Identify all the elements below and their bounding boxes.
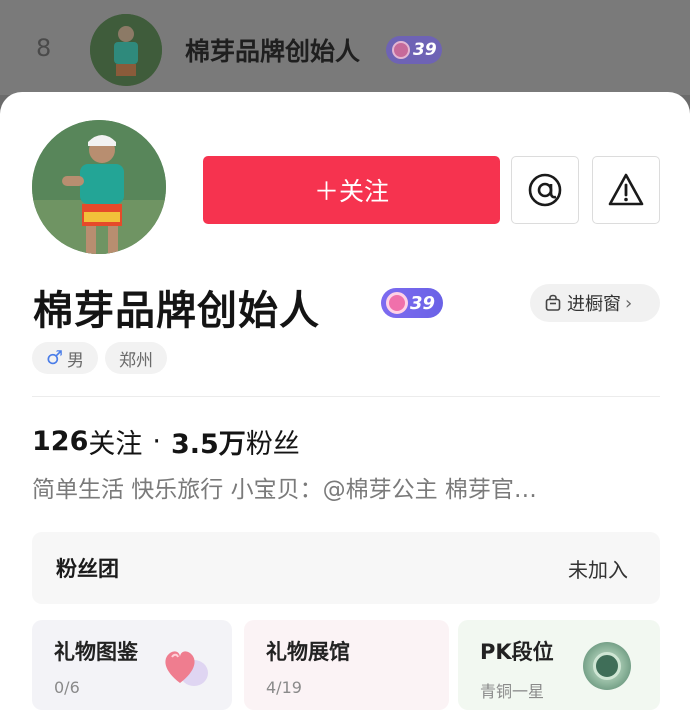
divider bbox=[32, 396, 660, 397]
background-avatar bbox=[90, 14, 162, 86]
level-number: 39 bbox=[410, 292, 436, 314]
report-button[interactable] bbox=[592, 156, 660, 224]
mention-button[interactable] bbox=[511, 156, 579, 224]
followers-label[interactable]: 粉丝 bbox=[246, 422, 300, 461]
at-icon bbox=[528, 173, 562, 207]
card-subtitle: 青铜一星 bbox=[480, 682, 545, 701]
pk-medal-icon bbox=[583, 642, 631, 690]
followers-count[interactable]: 3.5万 bbox=[171, 422, 246, 461]
male-icon: ♂ bbox=[46, 347, 64, 369]
warning-icon bbox=[608, 173, 644, 206]
gift-hall-card[interactable]: 礼物展馆 4/19 bbox=[244, 620, 449, 710]
shop-window-label: 进橱窗 bbox=[567, 294, 621, 315]
card-title: PK段位 bbox=[480, 640, 554, 664]
gender-tag: ♂ 男 bbox=[32, 342, 99, 374]
profile-sheet: ＋关注 棉芽品牌创始人 39 进橱窗 › ♂ 男 郑州 126 关注 · 3.5… bbox=[0, 92, 690, 713]
fan-club-title: 粉丝团 bbox=[56, 557, 119, 581]
follow-stats: 126 关注 · 3.5万 粉丝 bbox=[32, 422, 300, 461]
gender-label: 男 bbox=[67, 350, 85, 371]
following-label[interactable]: 关注 bbox=[88, 422, 142, 461]
following-count[interactable]: 126 bbox=[32, 426, 88, 457]
bio[interactable]: 简单生活 快乐旅行 小宝贝：@棉芽公主 棉芽官… bbox=[32, 470, 652, 504]
card-subtitle: 4/19 bbox=[266, 678, 302, 697]
background-level-badge: 39 bbox=[386, 36, 442, 64]
city-label: 郑州 bbox=[119, 350, 153, 371]
background-list-row: 8 棉芽品牌创始人 39 bbox=[0, 0, 690, 95]
card-title: 礼物展馆 bbox=[266, 640, 350, 664]
heart-balloon-icon bbox=[165, 651, 208, 686]
stats-separator: · bbox=[152, 426, 161, 457]
level-badge[interactable]: 39 bbox=[381, 288, 443, 318]
gem-icon bbox=[386, 292, 408, 314]
background-level-number: 39 bbox=[413, 40, 437, 60]
background-rank: 8 bbox=[36, 34, 52, 62]
fan-club-row[interactable]: 粉丝团 未加入 bbox=[32, 532, 660, 604]
fan-club-status: 未加入 bbox=[568, 557, 628, 582]
background-username: 棉芽品牌创始人 bbox=[185, 37, 361, 66]
chevron-right-icon: › bbox=[625, 292, 633, 314]
city-tag: 郑州 bbox=[105, 342, 167, 374]
shopping-bag-icon bbox=[544, 294, 562, 312]
profile-name: 棉芽品牌创始人 bbox=[33, 288, 320, 334]
follow-button[interactable]: ＋关注 bbox=[203, 156, 500, 224]
gem-icon bbox=[392, 41, 410, 59]
shop-window-button[interactable]: 进橱窗 › bbox=[530, 284, 660, 322]
avatar[interactable] bbox=[32, 120, 166, 254]
